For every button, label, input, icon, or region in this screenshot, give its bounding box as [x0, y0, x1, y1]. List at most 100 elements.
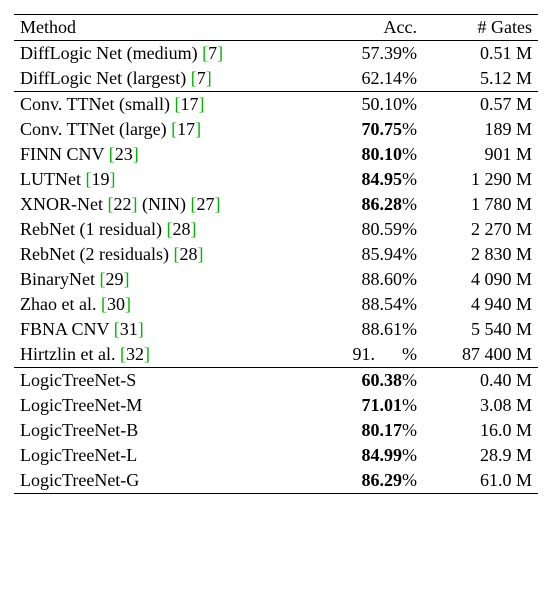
- gates-cell: 1 290 M: [423, 167, 538, 192]
- method-name: FBNA CNV: [20, 319, 109, 339]
- table-row: BinaryNet [29]88.60%4 090 M: [14, 267, 538, 292]
- method-cell: Conv. TTNet (small) [17]: [14, 92, 316, 118]
- gates-cell: 0.51 M: [423, 41, 538, 67]
- header-acc: Acc.: [316, 15, 423, 41]
- header-method: Method: [14, 15, 316, 41]
- accuracy-cell: 80.10%: [316, 142, 423, 167]
- table-row: RebNet (2 residuals) [28] 85.94%2 830 M: [14, 242, 538, 267]
- accuracy-cell: 50.10%: [316, 92, 423, 118]
- accuracy-cell: 84.95%: [316, 167, 423, 192]
- citation[interactable]: [7]: [202, 43, 223, 63]
- citation[interactable]: [28]: [166, 219, 196, 239]
- gates-cell: 87 400 M: [423, 342, 538, 368]
- method-name: RebNet (2 residuals): [20, 244, 169, 264]
- gates-cell: 16.0 M: [423, 418, 538, 443]
- table-row: DiffLogic Net (largest) [7]62.14%5.12 M: [14, 66, 538, 92]
- method-name: DiffLogic Net (medium): [20, 43, 198, 63]
- table-row: LogicTreeNet-B 80.17%16.0 M: [14, 418, 538, 443]
- table-row: LogicTreeNet-G 86.29%61.0 M: [14, 468, 538, 494]
- accuracy-cell: 84.99%: [316, 443, 423, 468]
- citation[interactable]: [7]: [191, 68, 212, 88]
- method-cell: DiffLogic Net (medium) [7]: [14, 41, 316, 67]
- method-cell: XNOR-Net [22] (NIN) [27]: [14, 192, 316, 217]
- table-row: LUTNet [19]84.95%1 290 M: [14, 167, 538, 192]
- citation[interactable]: [32]: [120, 344, 150, 364]
- accuracy-cell: 71.01%: [316, 393, 423, 418]
- header-row: Method Acc. # Gates: [14, 15, 538, 41]
- method-name: Conv. TTNet (large): [20, 119, 167, 139]
- accuracy-cell: 88.54%: [316, 292, 423, 317]
- table-row: Hirtzlin et al. [32]91. %87 400 M: [14, 342, 538, 368]
- gates-cell: 5.12 M: [423, 66, 538, 92]
- gates-cell: 2 830 M: [423, 242, 538, 267]
- method-cell: LogicTreeNet-S: [14, 368, 316, 394]
- table-row: Conv. TTNet (large) [17]70.75%189 M: [14, 117, 538, 142]
- citation[interactable]: [19]: [85, 169, 115, 189]
- accuracy-cell: 60.38%: [316, 368, 423, 394]
- accuracy-cell: 80.17%: [316, 418, 423, 443]
- method-cell: FINN CNV [23]: [14, 142, 316, 167]
- gates-cell: 28.9 M: [423, 443, 538, 468]
- results-table: Method Acc. # Gates DiffLogic Net (mediu…: [14, 14, 538, 494]
- accuracy-cell: 86.29%: [316, 468, 423, 494]
- gates-cell: 3.08 M: [423, 393, 538, 418]
- table-row: XNOR-Net [22] (NIN) [27]86.28%1 780 M: [14, 192, 538, 217]
- table-row: Zhao et al. [30]88.54%4 940 M: [14, 292, 538, 317]
- method-cell: LogicTreeNet-M: [14, 393, 316, 418]
- method-name: Conv. TTNet (small): [20, 94, 170, 114]
- method-name: LogicTreeNet-L: [20, 445, 137, 465]
- accuracy-cell: 85.94%: [316, 242, 423, 267]
- method-cell: LogicTreeNet-B: [14, 418, 316, 443]
- citation[interactable]: [30]: [101, 294, 131, 314]
- method-cell: Conv. TTNet (large) [17]: [14, 117, 316, 142]
- gates-cell: 901 M: [423, 142, 538, 167]
- method-cell: FBNA CNV [31]: [14, 317, 316, 342]
- gates-cell: 4 940 M: [423, 292, 538, 317]
- accuracy-cell: 70.75%: [316, 117, 423, 142]
- method-cell: LogicTreeNet-L: [14, 443, 316, 468]
- method-name: FINN CNV: [20, 144, 104, 164]
- citation[interactable]: [29]: [99, 269, 129, 289]
- table-row: DiffLogic Net (medium) [7]57.39%0.51 M: [14, 41, 538, 67]
- citation[interactable]: [17]: [174, 94, 204, 114]
- method-name: DiffLogic Net (largest): [20, 68, 186, 88]
- method-name: LogicTreeNet-B: [20, 420, 138, 440]
- citation[interactable]: [23]: [109, 144, 139, 164]
- gates-cell: 1 780 M: [423, 192, 538, 217]
- table-row: LogicTreeNet-L 84.99%28.9 M: [14, 443, 538, 468]
- table-row: Conv. TTNet (small) [17]50.10%0.57 M: [14, 92, 538, 118]
- gates-cell: 61.0 M: [423, 468, 538, 494]
- table-row: FBNA CNV [31]88.61%5 540 M: [14, 317, 538, 342]
- method-cell: DiffLogic Net (largest) [7]: [14, 66, 316, 92]
- citation[interactable]: [17]: [171, 119, 201, 139]
- gates-cell: 0.57 M: [423, 92, 538, 118]
- citation[interactable]: [28]: [173, 244, 203, 264]
- gates-cell: 4 090 M: [423, 267, 538, 292]
- citation[interactable]: [31]: [114, 319, 144, 339]
- method-cell: Zhao et al. [30]: [14, 292, 316, 317]
- accuracy-cell: 91. %: [316, 342, 423, 368]
- table-row: LogicTreeNet-S60.38%0.40 M: [14, 368, 538, 394]
- method-name: Hirtzlin et al.: [20, 344, 115, 364]
- accuracy-cell: 88.61%: [316, 317, 423, 342]
- citation[interactable]: [22]: [108, 194, 138, 214]
- header-gates: # Gates: [423, 15, 538, 41]
- gates-cell: 189 M: [423, 117, 538, 142]
- accuracy-cell: 86.28%: [316, 192, 423, 217]
- method-cell: Hirtzlin et al. [32]: [14, 342, 316, 368]
- citation[interactable]: [27]: [190, 194, 220, 214]
- method-cell: LUTNet [19]: [14, 167, 316, 192]
- table-row: LogicTreeNet-M 71.01%3.08 M: [14, 393, 538, 418]
- method-name: LUTNet: [20, 169, 81, 189]
- method-name: RebNet (1 residual): [20, 219, 162, 239]
- method-name: Zhao et al.: [20, 294, 96, 314]
- table-row: RebNet (1 residual) [28]80.59%2 270 M: [14, 217, 538, 242]
- method-name: LogicTreeNet-G: [20, 470, 139, 490]
- accuracy-cell: 80.59%: [316, 217, 423, 242]
- accuracy-cell: 57.39%: [316, 41, 423, 67]
- accuracy-cell: 62.14%: [316, 66, 423, 92]
- method-name: LogicTreeNet-M: [20, 395, 142, 415]
- method-cell: RebNet (1 residual) [28]: [14, 217, 316, 242]
- method-name: BinaryNet: [20, 269, 95, 289]
- method-cell: LogicTreeNet-G: [14, 468, 316, 494]
